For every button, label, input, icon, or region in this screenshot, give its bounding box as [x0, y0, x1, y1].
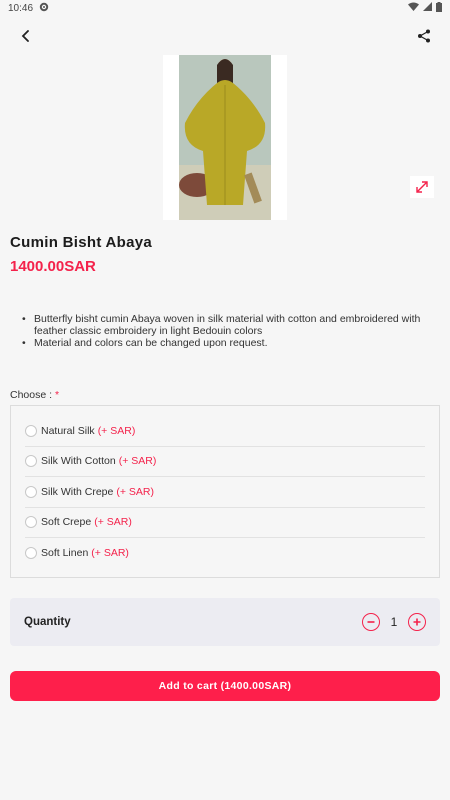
radio-button[interactable]: [25, 455, 37, 468]
add-to-cart-button[interactable]: Add to cart (1400.00SAR): [10, 671, 440, 701]
option-name: Silk With Crepe: [41, 485, 114, 498]
choose-label-text: Choose :: [10, 389, 55, 401]
signal-icon: [423, 2, 432, 14]
wifi-icon: [408, 2, 419, 14]
product-image[interactable]: [163, 55, 287, 220]
material-options: Natural Silk (+ SAR) Silk With Cotton (+…: [10, 405, 440, 578]
option-natural-silk[interactable]: Natural Silk (+ SAR): [25, 416, 425, 447]
battery-icon: [436, 1, 442, 15]
minus-icon[interactable]: [362, 613, 380, 631]
option-name: Soft Crepe: [41, 516, 92, 529]
status-bar: 10:46: [0, 0, 450, 16]
description-item: Butterfly bisht cumin Abaya woven in sil…: [22, 313, 422, 337]
quantity-label: Quantity: [24, 616, 71, 628]
radio-button[interactable]: [25, 424, 37, 437]
quantity-stepper: 1: [362, 613, 426, 631]
option-price: (+ SAR): [118, 455, 157, 468]
option-silk-with-crepe[interactable]: Silk With Crepe (+ SAR): [25, 477, 425, 508]
app-bar: [0, 18, 450, 54]
option-price: (+ SAR): [116, 485, 154, 498]
option-name: Soft Linen: [41, 547, 89, 560]
description-item: Material and colors can be changed upon …: [22, 337, 422, 349]
product-title: Cumin Bisht Abaya: [10, 234, 153, 251]
expand-icon[interactable]: [410, 176, 434, 198]
share-icon[interactable]: [412, 24, 436, 48]
option-soft-linen[interactable]: Soft Linen (+ SAR): [25, 538, 425, 569]
product-description: Butterfly bisht cumin Abaya woven in sil…: [22, 313, 422, 349]
option-name: Natural Silk: [41, 424, 95, 437]
option-price: (+ SAR): [97, 424, 136, 437]
option-price: (+ SAR): [94, 516, 132, 529]
option-price: (+ SAR): [91, 547, 129, 560]
option-name: Silk With Cotton: [41, 455, 116, 468]
status-time: 10:46: [8, 2, 34, 14]
required-mark: *: [54, 389, 60, 401]
radio-button[interactable]: [25, 516, 37, 529]
option-silk-with-cotton[interactable]: Silk With Cotton (+ SAR): [25, 447, 425, 477]
radio-button[interactable]: [25, 547, 37, 560]
option-soft-crepe[interactable]: Soft Crepe (+ SAR): [25, 508, 425, 538]
product-price: 1400.00SAR: [10, 258, 96, 275]
quantity-section: Quantity 1: [10, 598, 440, 646]
radio-button[interactable]: [25, 485, 37, 498]
back-arrow-icon[interactable]: [14, 24, 38, 48]
plus-icon[interactable]: [408, 613, 426, 631]
gear-icon: [39, 2, 49, 15]
quantity-value: 1: [390, 615, 398, 629]
choose-label: Choose : *: [10, 389, 59, 401]
